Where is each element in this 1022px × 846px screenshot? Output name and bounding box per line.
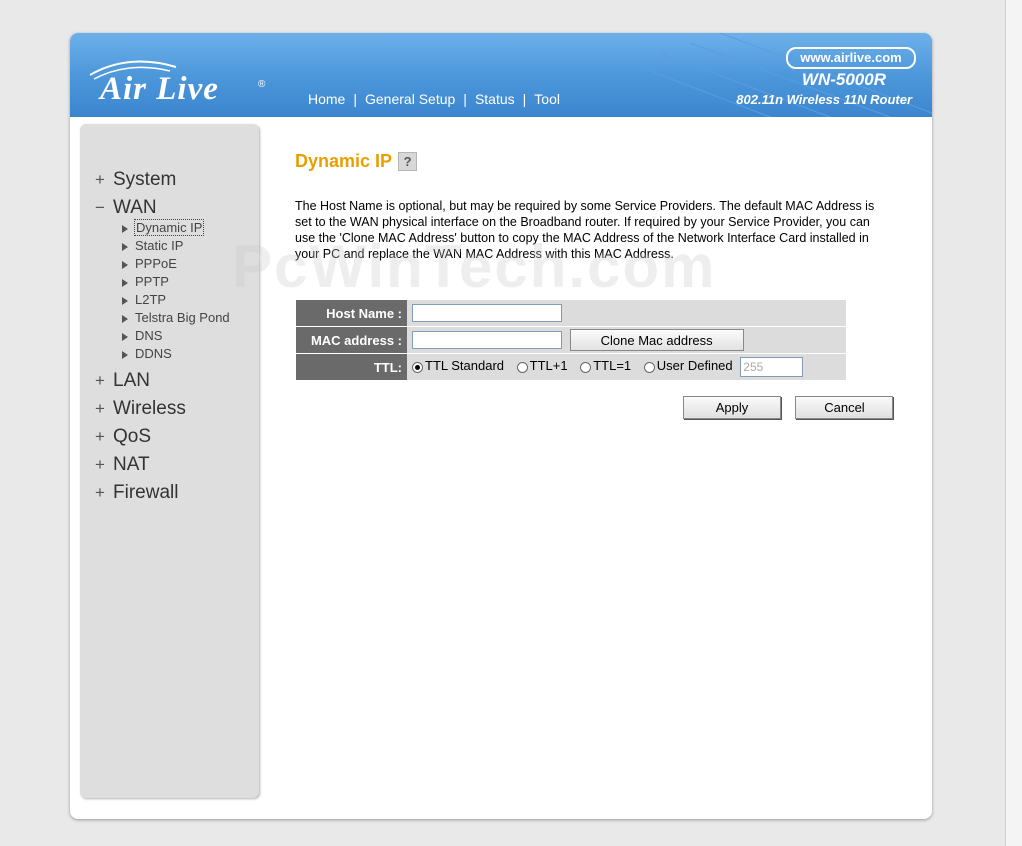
nav-separator: | [463,91,467,107]
mac-address-input[interactable] [412,331,562,349]
cancel-button[interactable]: Cancel [795,396,894,419]
expand-icon: + [95,483,105,502]
sidebar-item-label: WAN [113,197,157,218]
sidebar-item-lan[interactable]: + LAN [95,367,231,395]
dynamic-ip-form: Host Name : MAC address : Clone Mac addr… [296,300,846,381]
wan-submenu: Dynamic IP Static IP PPPoE PPTP L2TP Tel… [122,219,231,363]
ttl-standard-option[interactable]: TTL Standard [412,358,504,373]
submenu-label: Telstra Big Pond [135,310,230,325]
nav-separator: | [353,91,357,107]
expand-icon: + [95,170,105,189]
main-content: Dynamic IP ? The Host Name is optional, … [295,151,895,262]
host-name-label: Host Name : [296,300,407,327]
ttl-option-label: TTL Standard [425,358,505,374]
submenu-label: Static IP [135,238,184,253]
submenu-dynamic-ip[interactable]: Dynamic IP [122,219,231,237]
submenu-label: Dynamic IP [134,219,205,236]
triangle-right-icon [122,224,128,233]
nav-tool[interactable]: Tool [534,91,560,107]
page-title: Dynamic IP ? [295,151,895,172]
sidebar-item-label: QoS [113,426,152,447]
page-title-text: Dynamic IP [295,151,393,171]
sidebar-item-label: Wireless [113,398,186,419]
ttl-option-label: User Defined [656,358,733,374]
submenu-ddns[interactable]: DDNS [122,345,231,363]
triangle-right-icon [122,314,128,323]
submenu-pppoe[interactable]: PPPoE [122,255,231,273]
triangle-right-icon [122,260,128,269]
radio-icon[interactable] [643,361,655,373]
sidebar-menu: + System − WAN Dynamic IP Static IP PPPoE … [95,166,231,507]
submenu-l2tp[interactable]: L2TP [122,291,231,309]
sidebar-item-wireless[interactable]: + Wireless [95,395,231,423]
website-url: www.airlive.com [786,47,916,69]
header-banner: Air Live ® Home | General Setup | Status | Too… [70,33,932,117]
model-description: 802.11n Wireless 11N Router [736,92,912,107]
mac-address-cell: Clone Mac address [407,326,846,354]
logo-registered-mark: ® [258,79,266,90]
triangle-right-icon [122,350,128,359]
triangle-right-icon [122,296,128,305]
submenu-pptp[interactable]: PPTP [122,273,231,291]
submenu-label: L2TP [135,292,167,307]
sidebar-item-firewall[interactable]: + Firewall [95,479,231,507]
sidebar-item-label: NAT [113,454,150,475]
form-actions: Apply Cancel [683,396,903,419]
nav-status[interactable]: Status [475,91,515,107]
ttl-plus1-option[interactable]: TTL+1 [516,358,568,374]
submenu-label: DDNS [135,346,172,361]
ttl-row: TTL: TTL Standard TTL+1 TTL=1 User Defin… [296,353,846,381]
submenu-label: PPTP [135,274,169,289]
expand-icon: + [95,399,105,418]
ttl-label: TTL: [296,353,407,381]
host-name-row: Host Name : [296,300,846,327]
clone-mac-button[interactable]: Clone Mac address [569,329,744,351]
page-description: The Host Name is optional, but may be re… [295,199,875,261]
expand-icon: + [95,427,105,446]
submenu-label: PPPoE [135,256,177,271]
ttl-value-input[interactable] [740,357,804,377]
collapse-icon: − [95,198,105,217]
host-name-cell [407,300,846,327]
triangle-right-icon [122,332,128,341]
sidebar-item-nat[interactable]: + NAT [95,451,231,479]
sidebar: + System − WAN Dynamic IP Static IP PPPoE … [80,124,259,798]
sidebar-item-system[interactable]: + System [95,166,231,194]
browser-scrollbar[interactable] [1005,0,1022,846]
airlive-logo: Air Live [100,71,219,107]
host-name-input[interactable] [412,304,562,322]
sidebar-item-label: System [113,169,177,190]
ttl-cell: TTL Standard TTL+1 TTL=1 User Defined [407,353,846,381]
sidebar-item-wan[interactable]: − WAN [95,194,231,222]
triangle-right-icon [122,242,128,251]
ttl-option-label: TTL+1 [529,358,568,374]
router-page: Air Live ® Home | General Setup | Status | Too… [70,33,932,819]
ttl-user-defined-option[interactable]: User Defined [643,358,733,374]
mac-address-label: MAC address : [296,326,407,354]
radio-icon[interactable] [580,361,592,373]
model-name: WN-5000R [801,70,886,89]
sidebar-item-label: Firewall [113,482,179,503]
expand-icon: + [95,455,105,474]
mac-address-row: MAC address : Clone Mac address [296,326,846,354]
help-icon[interactable]: ? [398,152,418,171]
triangle-right-icon [122,278,128,287]
nav-home[interactable]: Home [308,91,345,107]
sidebar-item-qos[interactable]: + QoS [95,423,231,451]
nav-general-setup[interactable]: General Setup [365,91,455,107]
sidebar-item-label: LAN [113,370,150,391]
submenu-label: DNS [135,328,163,343]
submenu-dns[interactable]: DNS [122,327,231,345]
ttl-option-label: TTL=1 [593,358,632,374]
top-navigation: Home | General Setup | Status | Tool [308,91,560,107]
ttl-equal1-option[interactable]: TTL=1 [580,358,631,373]
radio-icon[interactable] [516,361,528,373]
submenu-telstra-big-pond[interactable]: Telstra Big Pond [122,309,231,327]
submenu-static-ip[interactable]: Static IP [122,237,231,255]
radio-selected-icon[interactable] [412,361,423,373]
nav-separator: | [522,91,527,107]
apply-button[interactable]: Apply [683,396,781,419]
expand-icon: + [95,371,105,390]
